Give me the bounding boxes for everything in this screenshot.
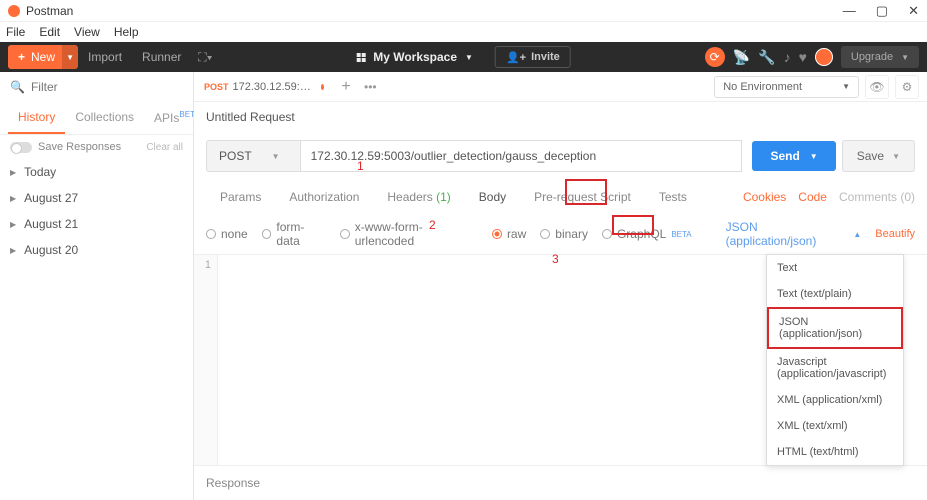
body-type-none[interactable]: none — [206, 227, 248, 241]
chevron-down-icon: ▼ — [465, 53, 473, 62]
raw-type-option-text[interactable]: Text — [767, 255, 903, 281]
workspace-selector[interactable]: My Workspace — [373, 50, 457, 64]
import-button[interactable]: Import — [78, 45, 132, 69]
tab-params[interactable]: Params — [206, 180, 275, 214]
new-button[interactable]: +New — [8, 45, 65, 69]
url-input[interactable]: 172.30.12.59:5003/outlier_detection/gaus… — [301, 140, 743, 172]
app-title: Postman — [26, 4, 73, 18]
chevron-right-icon: ▶ — [10, 168, 16, 177]
chevron-right-icon: ▶ — [10, 246, 16, 255]
toolbar-more-icon[interactable]: ⛶▾ — [191, 45, 219, 69]
line-number: 1 — [200, 259, 211, 271]
wrench-icon[interactable]: 🔧 — [758, 49, 775, 66]
filter-input[interactable] — [31, 80, 186, 94]
tab-headers[interactable]: Headers (1) — [373, 180, 464, 214]
body-type-raw[interactable]: raw — [492, 227, 526, 241]
settings-icon[interactable]: ⚙ — [895, 75, 919, 99]
annotation-3: 3 — [552, 252, 559, 266]
beautify-link[interactable]: Beautify — [875, 228, 915, 240]
raw-type-menu: Text Text (text/plain) JSON (application… — [766, 254, 904, 466]
history-item-today[interactable]: ▶Today — [0, 159, 193, 185]
upgrade-button[interactable]: Upgrade▼ — [841, 46, 919, 68]
save-responses-toggle[interactable] — [10, 142, 32, 153]
chevron-down-icon: ▼ — [842, 82, 850, 91]
window-close-icon[interactable]: ✕ — [908, 3, 919, 19]
request-title[interactable]: Untitled Request — [194, 102, 927, 132]
history-item-aug21[interactable]: ▶August 21 — [0, 211, 193, 237]
radio-icon — [206, 229, 216, 239]
chevron-down-icon: ▼ — [892, 152, 900, 161]
clear-all-link[interactable]: Clear all — [146, 142, 183, 153]
annotation-box-body — [565, 179, 607, 205]
sidebar-tab-collections[interactable]: Collections — [65, 102, 144, 134]
raw-type-option-json[interactable]: JSON (application/json) — [767, 307, 903, 349]
radio-icon — [540, 229, 550, 239]
runner-button[interactable]: Runner — [132, 45, 191, 69]
radio-icon — [340, 229, 350, 239]
heart-icon[interactable]: ♥ — [799, 49, 807, 65]
chevron-up-icon: ▲ — [853, 230, 861, 239]
cookies-link[interactable]: Cookies — [743, 190, 786, 204]
radio-icon — [262, 229, 272, 239]
raw-type-option-javascript[interactable]: Javascript (application/javascript) — [767, 349, 903, 387]
raw-type-option-xmltext[interactable]: XML (text/xml) — [767, 413, 903, 439]
menu-file[interactable]: File — [6, 25, 25, 39]
add-tab-button[interactable]: + — [334, 78, 358, 96]
plus-icon: + — [18, 50, 25, 64]
method-dropdown[interactable]: POST▼ — [206, 140, 301, 172]
tab-method: POST — [204, 82, 229, 92]
chevron-down-icon: ▼ — [272, 152, 280, 161]
sidebar-tab-history[interactable]: History — [8, 102, 65, 134]
save-button[interactable]: Save▼ — [842, 140, 915, 172]
window-maximize-icon[interactable]: ▢ — [876, 3, 888, 19]
bell-icon[interactable]: ♪ — [784, 49, 791, 65]
raw-type-option-html[interactable]: HTML (text/html) — [767, 439, 903, 465]
send-button[interactable]: Send▼ — [752, 141, 835, 171]
menu-help[interactable]: Help — [114, 25, 139, 39]
sync-icon[interactable]: ⟳ — [705, 47, 725, 67]
chevron-down-icon: ▼ — [810, 152, 818, 161]
search-icon: 🔍 — [10, 80, 25, 94]
response-section-label: Response — [194, 465, 927, 500]
history-item-aug20[interactable]: ▶August 20 — [0, 237, 193, 263]
body-type-urlencoded[interactable]: x-www-form-urlencoded — [340, 220, 478, 248]
chevron-right-icon: ▶ — [10, 194, 16, 203]
radio-checked-icon — [492, 229, 502, 239]
workspace-grid-icon — [356, 53, 365, 62]
code-link[interactable]: Code — [798, 190, 827, 204]
invite-button[interactable]: 👤+Invite — [495, 46, 571, 68]
new-dropdown[interactable]: ▼ — [62, 45, 78, 69]
menu-view[interactable]: View — [74, 25, 100, 39]
save-responses-label: Save Responses — [38, 141, 121, 153]
radio-icon — [602, 229, 612, 239]
tab-more-icon[interactable]: ••• — [358, 80, 383, 94]
window-minimize-icon[interactable]: — — [843, 3, 856, 19]
raw-type-option-textplain[interactable]: Text (text/plain) — [767, 281, 903, 307]
menu-edit[interactable]: Edit — [39, 25, 60, 39]
chevron-down-icon: ▼ — [901, 53, 909, 62]
raw-type-option-xmlapp[interactable]: XML (application/xml) — [767, 387, 903, 413]
history-item-aug27[interactable]: ▶August 27 — [0, 185, 193, 211]
unsaved-dot-icon — [321, 84, 324, 90]
request-tab[interactable]: POST 172.30.12.59:5003/outlier_det... — [194, 72, 334, 101]
tab-body[interactable]: Body — [465, 180, 520, 214]
raw-type-dropdown[interactable]: JSON (application/json)▲ — [726, 220, 862, 248]
annotation-1: 1 — [357, 159, 364, 173]
environment-selector[interactable]: No Environment▼ — [714, 76, 859, 98]
tab-authorization[interactable]: Authorization — [275, 180, 373, 214]
body-type-formdata[interactable]: form-data — [262, 220, 326, 248]
tab-tests[interactable]: Tests — [645, 180, 701, 214]
env-quicklook-icon[interactable]: 👁 — [865, 75, 889, 99]
annotation-box-raw — [612, 215, 654, 235]
body-type-binary[interactable]: binary — [540, 227, 588, 241]
person-plus-icon: 👤+ — [506, 51, 526, 64]
chevron-right-icon: ▶ — [10, 220, 16, 229]
annotation-2: 2 — [429, 218, 436, 232]
satellite-icon[interactable]: 📡 — [733, 49, 750, 66]
app-icon — [8, 5, 20, 17]
comments-link[interactable]: Comments (0) — [839, 190, 915, 204]
avatar[interactable] — [815, 48, 833, 66]
tab-label: 172.30.12.59:5003/outlier_det... — [233, 81, 316, 93]
